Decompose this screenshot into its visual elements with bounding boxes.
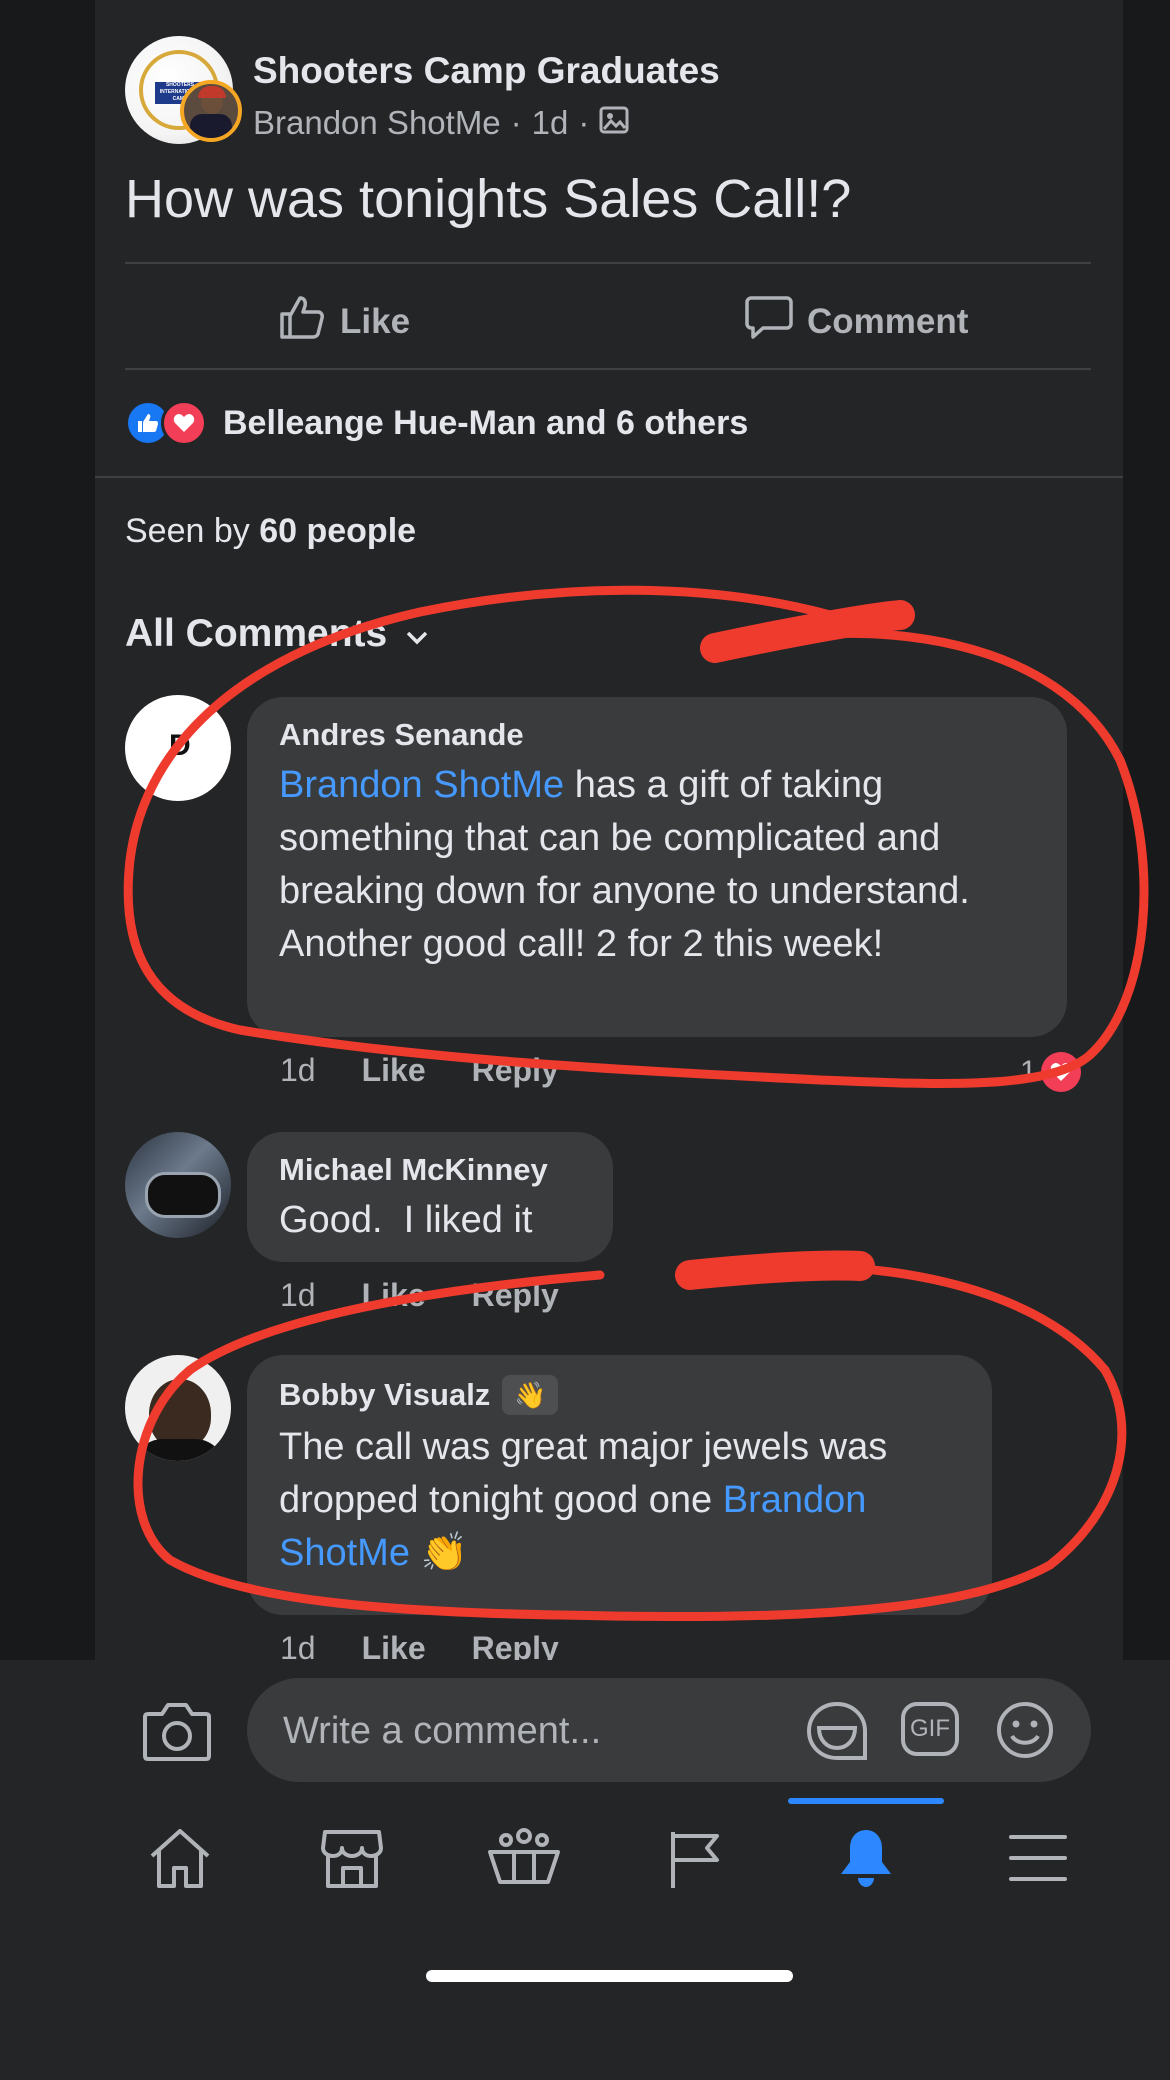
comment-like-button[interactable]: Like: [362, 1052, 426, 1089]
gif-icon[interactable]: GIF: [901, 1702, 959, 1756]
like-button[interactable]: Like: [278, 294, 410, 349]
divider: [125, 368, 1091, 370]
seen-count: 60 people: [259, 512, 417, 550]
comment-composer[interactable]: GIF: [247, 1678, 1091, 1784]
marketplace-icon: [319, 1826, 385, 1895]
divider: [125, 262, 1091, 264]
comment-actions: 1d Like Reply: [280, 1052, 559, 1089]
seen-prefix: Seen by: [125, 512, 250, 550]
reactions-summary[interactable]: Belleange Hue-Man and 6 others: [125, 400, 748, 446]
pages-icon: [665, 1826, 727, 1895]
meta-separator: ·: [578, 104, 590, 141]
commenter-name[interactable]: Bobby Visualz: [279, 1377, 490, 1413]
post-time[interactable]: 1d: [532, 104, 569, 142]
author-avatar[interactable]: [180, 80, 242, 142]
tab-home[interactable]: [130, 1820, 230, 1900]
comment-reply-button[interactable]: Reply: [472, 1277, 559, 1314]
emoji-icon[interactable]: [995, 1700, 1055, 1765]
sticker-icon[interactable]: [805, 1700, 869, 1767]
avatar-photo: [145, 1172, 221, 1218]
comment-bubble[interactable]: Andres Senande Brandon ShotMe has a gift…: [247, 697, 1067, 1037]
post-text: How was tonights Sales Call!?: [125, 169, 852, 229]
comment-actions: 1d Like Reply: [280, 1277, 559, 1314]
active-tab-indicator: [788, 1798, 944, 1804]
commenter-name[interactable]: Andres Senande: [279, 717, 1035, 753]
like-label: Like: [340, 301, 411, 341]
comment-input[interactable]: [281, 1678, 765, 1784]
seen-by[interactable]: Seen by 60 people: [125, 512, 416, 551]
love-reaction-icon: [1040, 1052, 1081, 1092]
comment-time: 1d: [280, 1277, 316, 1313]
comment-text: Good. I liked it: [279, 1199, 533, 1241]
comment-bubble[interactable]: Michael McKinney Good. I liked it: [247, 1132, 613, 1262]
reactions-text: Belleange Hue-Man and 6 others: [223, 403, 749, 442]
comment-bubble[interactable]: Bobby Visualz 👋 The call was great major…: [247, 1355, 992, 1615]
camera-icon[interactable]: [142, 1700, 212, 1767]
tab-groups[interactable]: [474, 1820, 574, 1900]
clap-emoji-icon: 👏: [420, 1532, 468, 1574]
comment-time: 1d: [280, 1052, 316, 1088]
reaction-count: 1: [1020, 1055, 1037, 1088]
comment-icon: [745, 294, 793, 349]
tab-marketplace[interactable]: [302, 1820, 402, 1900]
chevron-down-icon: [405, 612, 429, 656]
commenter-avatar[interactable]: [125, 1355, 231, 1461]
commenter-avatar[interactable]: [125, 1132, 231, 1238]
comment-label: Comment: [807, 301, 969, 341]
avatar-initial: D: [169, 729, 191, 762]
notifications-icon: [835, 1826, 897, 1895]
comment-reply-button[interactable]: Reply: [472, 1052, 559, 1089]
comment-reaction-count[interactable]: 1: [1020, 1052, 1081, 1092]
comment-button[interactable]: Comment: [745, 294, 968, 349]
menu-icon: [1007, 1831, 1069, 1890]
post-meta: Brandon ShotMe · 1d ·: [253, 104, 629, 142]
mention-link[interactable]: Brandon ShotMe: [279, 764, 564, 806]
author-name[interactable]: Brandon ShotMe: [253, 104, 501, 142]
love-reaction-icon: [161, 400, 207, 446]
comment-text: Brandon ShotMe has a gift of taking some…: [279, 759, 1035, 971]
comments-filter[interactable]: All Comments: [125, 612, 429, 656]
groups-icon: [486, 1826, 562, 1895]
commenter-avatar[interactable]: D: [125, 695, 231, 801]
tab-notifications[interactable]: [816, 1820, 916, 1900]
commenter-name-row: Bobby Visualz 👋: [279, 1375, 960, 1415]
home-indicator: [426, 1970, 793, 1982]
comment-text: The call was great major jewels was drop…: [279, 1421, 960, 1580]
home-icon: [147, 1826, 213, 1895]
like-icon: [278, 294, 326, 349]
comments-filter-label: All Comments: [125, 612, 388, 655]
commenter-name[interactable]: Michael McKinney: [279, 1152, 581, 1188]
group-name[interactable]: Shooters Camp Graduates: [253, 50, 720, 92]
wave-badge-icon: 👋: [502, 1375, 559, 1415]
tab-menu[interactable]: [988, 1820, 1088, 1900]
comment-like-button[interactable]: Like: [362, 1277, 426, 1314]
meta-separator: ·: [510, 104, 522, 141]
divider: [95, 476, 1123, 478]
tab-pages[interactable]: [646, 1820, 746, 1900]
photo-icon: [599, 104, 629, 142]
